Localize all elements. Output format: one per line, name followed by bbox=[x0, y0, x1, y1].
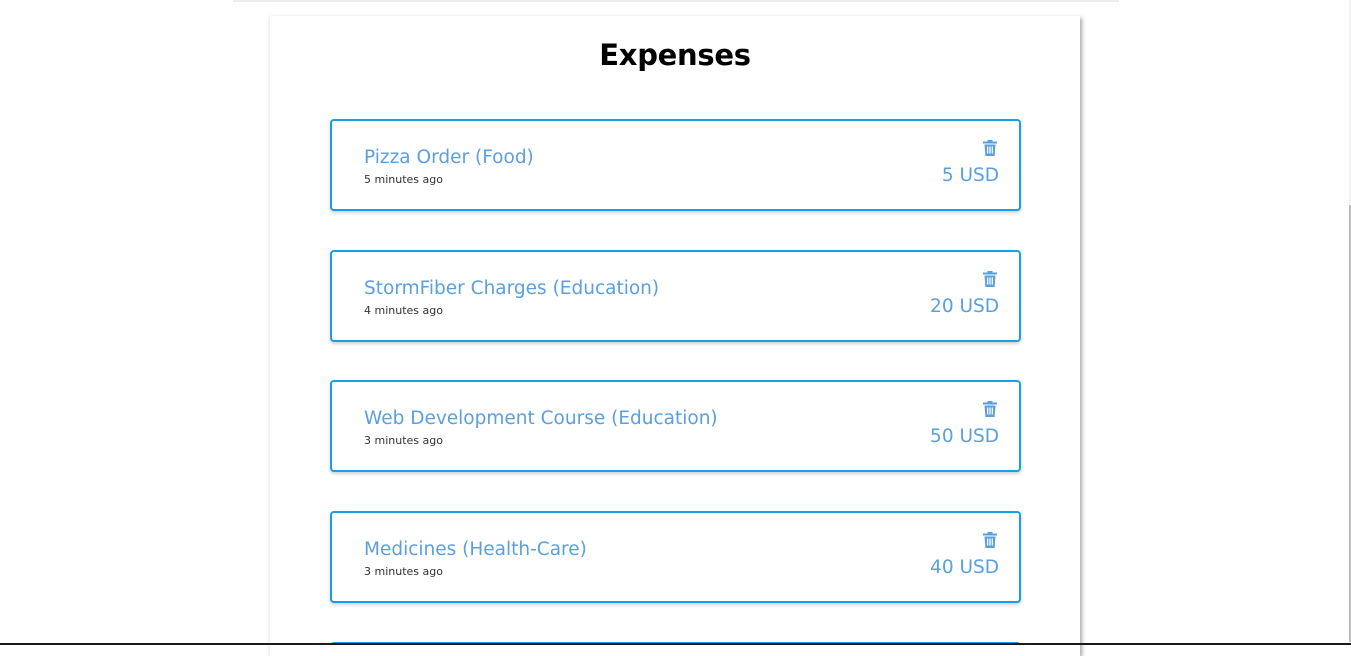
expenses-panel: Expenses Pizza Order (Food) 5 minutes ag… bbox=[269, 16, 1080, 656]
expense-amount: 5 USD bbox=[941, 165, 999, 186]
trash-icon[interactable] bbox=[983, 401, 997, 417]
expense-time: 4 minutes ago bbox=[364, 304, 443, 317]
expense-time: 3 minutes ago bbox=[364, 565, 443, 578]
expense-card[interactable]: Web Development Course (Education) 3 min… bbox=[330, 380, 1021, 472]
expense-amount: 20 USD bbox=[930, 296, 999, 317]
expense-card[interactable]: Medicines (Health-Care) 3 minutes ago 40… bbox=[330, 511, 1021, 603]
trash-icon[interactable] bbox=[983, 271, 997, 287]
expense-card[interactable]: Pizza Order (Food) 5 minutes ago 5 USD bbox=[330, 119, 1021, 211]
expense-title: StormFiber Charges (Education) bbox=[364, 278, 660, 299]
expense-amount: 50 USD bbox=[930, 426, 999, 447]
top-divider bbox=[233, 0, 1119, 2]
expense-amount: 40 USD bbox=[930, 557, 999, 578]
page-title: Expenses bbox=[599, 38, 751, 72]
trash-icon[interactable] bbox=[983, 532, 997, 548]
expense-title: Medicines (Health-Care) bbox=[364, 539, 587, 560]
expense-title: Pizza Order (Food) bbox=[364, 147, 534, 168]
expense-card[interactable]: StormFiber Charges (Education) 4 minutes… bbox=[330, 250, 1021, 342]
expense-title: Web Development Course (Education) bbox=[364, 408, 718, 429]
trash-icon[interactable] bbox=[983, 140, 997, 156]
expense-time: 5 minutes ago bbox=[364, 173, 443, 186]
expense-time: 3 minutes ago bbox=[364, 434, 443, 447]
